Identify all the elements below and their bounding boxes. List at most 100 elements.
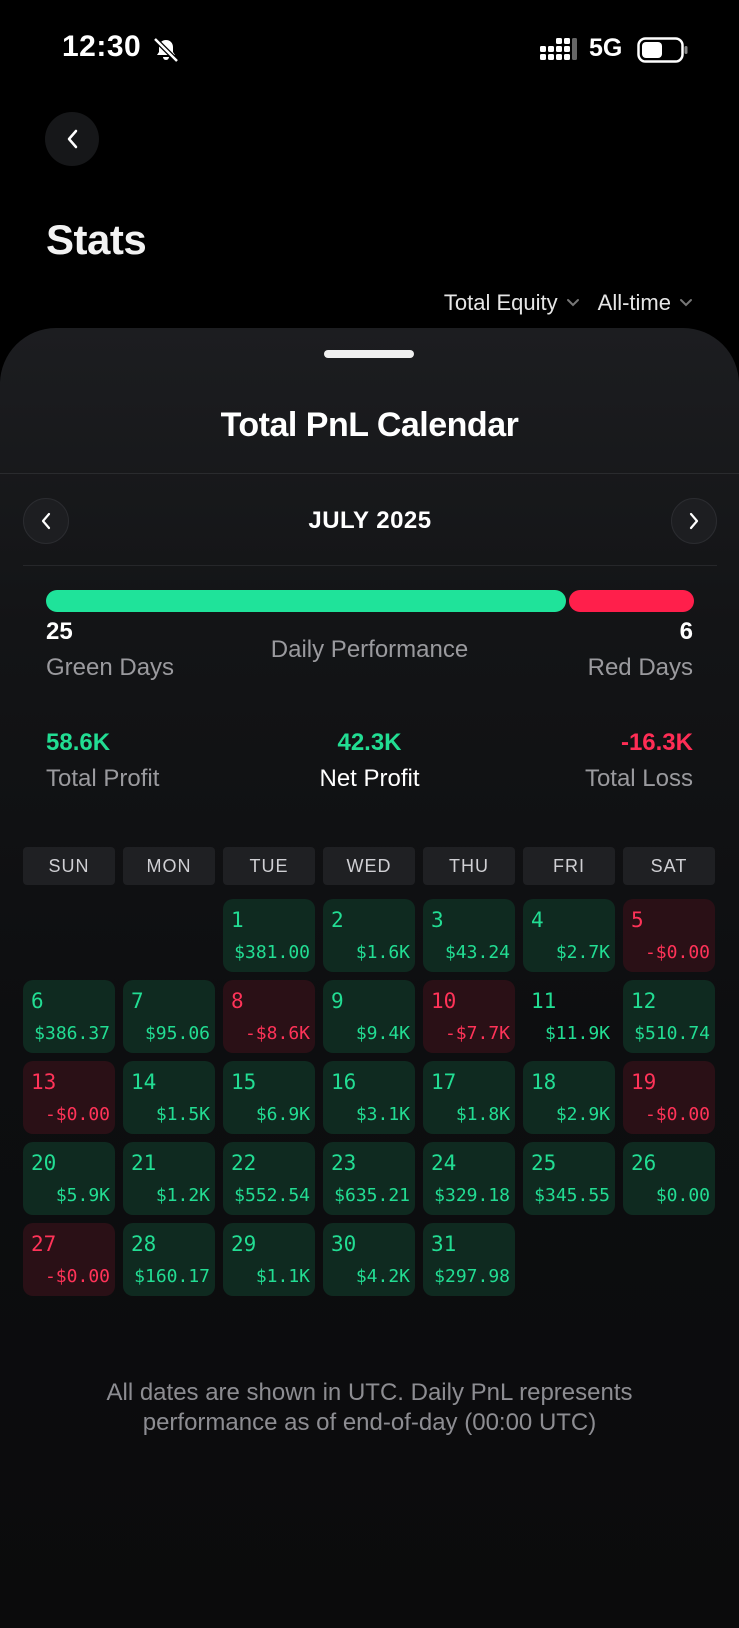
pnl-calendar-sheet: Total PnL Calendar JULY 2025 25 Green Da… — [0, 328, 739, 1628]
day-number: 31 — [431, 1232, 457, 1256]
weekday-label: WED — [323, 847, 415, 885]
weekday-header: SUN MON TUE WED THU FRI SAT — [23, 847, 717, 885]
day-pnl-value: $1.8K — [455, 1104, 510, 1125]
calendar-day-cell[interactable]: 26 $0.00 — [623, 1142, 715, 1215]
day-pnl-value: $386.37 — [34, 1023, 110, 1044]
timeframe-filter-dropdown[interactable]: All-time — [598, 290, 693, 316]
calendar-day-cell[interactable]: 28 $160.17 — [123, 1223, 215, 1296]
calendar-day-cell[interactable]: 29 $1.1K — [223, 1223, 315, 1296]
total-loss-label: Total Loss — [584, 765, 693, 792]
calendar-day-cell[interactable]: 25 $345.55 — [523, 1142, 615, 1215]
calendar-day-cell[interactable]: 18 $2.9K — [523, 1061, 615, 1134]
chevron-left-icon — [67, 129, 78, 149]
battery-icon — [637, 37, 688, 63]
next-month-button[interactable] — [671, 498, 717, 544]
day-number: 29 — [231, 1232, 257, 1256]
day-pnl-value: $0.00 — [655, 1185, 710, 1206]
signal-icon — [540, 38, 577, 60]
calendar-day-cell[interactable]: 17 $1.8K — [423, 1061, 515, 1134]
weekday-label: THU — [423, 847, 515, 885]
sheet-title: Total PnL Calendar — [220, 406, 519, 444]
day-number: 27 — [31, 1232, 57, 1256]
day-pnl-value: $4.2K — [355, 1266, 410, 1287]
chevron-down-icon — [566, 299, 579, 307]
calendar-day-cell[interactable]: 7 $95.06 — [123, 980, 215, 1053]
calendar-day-cell[interactable]: 30 $4.2K — [323, 1223, 415, 1296]
calendar-day-cell[interactable]: 23 $635.21 — [323, 1142, 415, 1215]
day-number: 28 — [131, 1232, 157, 1256]
day-number: 2 — [331, 908, 344, 932]
back-button[interactable] — [45, 112, 99, 166]
calendar-day-cell[interactable]: 1 $381.00 — [223, 899, 315, 972]
day-pnl-value: $160.17 — [134, 1266, 210, 1287]
day-pnl-value: $2.7K — [555, 942, 610, 963]
equity-filter-dropdown[interactable]: Total Equity — [444, 290, 580, 316]
day-number: 23 — [331, 1151, 357, 1175]
pnl-calendar: SUN MON TUE WED THU FRI SAT 1 $381.00 2 $1.6K 3 $43… — [23, 847, 717, 1296]
empty-day-cell — [123, 899, 215, 972]
day-number: 19 — [631, 1070, 657, 1094]
day-pnl-value: -$0.00 — [644, 942, 710, 963]
month-label: JULY 2025 — [308, 507, 432, 534]
calendar-day-cell[interactable]: 27 -$0.00 — [23, 1223, 115, 1296]
calendar-day-cell[interactable]: 4 $2.7K — [523, 899, 615, 972]
calendar-day-cell[interactable]: 3 $43.24 — [423, 899, 515, 972]
calendar-day-cell[interactable]: 8 -$8.6K — [223, 980, 315, 1053]
divider — [23, 565, 717, 566]
filter-bar: Total Equity All-time — [444, 290, 693, 316]
day-number: 5 — [631, 908, 644, 932]
calendar-day-cell[interactable]: 16 $3.1K — [323, 1061, 415, 1134]
day-number: 22 — [231, 1151, 257, 1175]
calendar-day-cell[interactable]: 5 -$0.00 — [623, 899, 715, 972]
day-pnl-value: $3.1K — [355, 1104, 410, 1125]
day-pnl-value: $297.98 — [434, 1266, 510, 1287]
calendar-day-cell[interactable]: 14 $1.5K — [123, 1061, 215, 1134]
calendar-day-cell[interactable]: 19 -$0.00 — [623, 1061, 715, 1134]
day-pnl-value: $6.9K — [255, 1104, 310, 1125]
day-number: 30 — [331, 1232, 357, 1256]
calendar-day-cell[interactable]: 20 $5.9K — [23, 1142, 115, 1215]
calendar-day-cell[interactable]: 10 -$7.7K — [423, 980, 515, 1053]
weekday-label: MON — [123, 847, 215, 885]
day-number: 25 — [531, 1151, 557, 1175]
day-number: 20 — [31, 1151, 57, 1175]
total-loss-value: -16.3K — [620, 729, 693, 756]
chevron-down-icon — [680, 299, 692, 307]
day-number: 16 — [331, 1070, 357, 1094]
calendar-day-cell[interactable]: 2 $1.6K — [323, 899, 415, 972]
calendar-day-cell[interactable]: 13 -$0.00 — [23, 1061, 115, 1134]
calendar-day-cell[interactable]: 21 $1.2K — [123, 1142, 215, 1215]
calendar-day-cell[interactable]: 6 $386.37 — [23, 980, 115, 1053]
weekday-label: SUN — [23, 847, 115, 885]
status-bar: 12:30 5G — [0, 0, 739, 100]
weekday-label: SAT — [623, 847, 715, 885]
day-pnl-value: $95.06 — [144, 1023, 210, 1044]
day-pnl-value: -$0.00 — [644, 1104, 710, 1125]
calendar-day-cell[interactable]: 31 $297.98 — [423, 1223, 515, 1296]
calendar-days: 1 $381.00 2 $1.6K 3 $43.24 4 $2.7K 5 -$0.00 6 $386.… — [23, 899, 717, 1296]
day-pnl-value: $329.18 — [434, 1185, 510, 1206]
calendar-day-cell[interactable]: 24 $329.18 — [423, 1142, 515, 1215]
day-number: 12 — [631, 989, 657, 1013]
weekday-label: TUE — [223, 847, 315, 885]
day-pnl-value: -$0.00 — [44, 1266, 110, 1287]
calendar-day-cell[interactable]: 22 $552.54 — [223, 1142, 315, 1215]
day-pnl-value: -$8.6K — [244, 1023, 310, 1044]
day-pnl-value: $1.5K — [155, 1104, 210, 1125]
daily-performance-bar — [46, 590, 694, 612]
page-title: Stats — [46, 216, 147, 263]
calendar-day-cell[interactable]: 12 $510.74 — [623, 980, 715, 1053]
sheet-grabber[interactable] — [324, 350, 414, 358]
day-number: 26 — [631, 1151, 657, 1175]
utc-footnote: All dates are shown in UTC. Daily PnL re… — [106, 1379, 633, 1436]
green-days-bar — [46, 590, 566, 612]
day-number: 10 — [431, 989, 457, 1013]
day-number: 8 — [231, 989, 244, 1013]
calendar-day-cell[interactable]: 11 $11.9K — [523, 980, 615, 1053]
calendar-day-cell[interactable]: 9 $9.4K — [323, 980, 415, 1053]
day-pnl-value: $2.9K — [555, 1104, 610, 1125]
day-number: 13 — [31, 1070, 57, 1094]
day-number: 3 — [431, 908, 444, 932]
day-pnl-value: $381.00 — [234, 942, 310, 963]
calendar-day-cell[interactable]: 15 $6.9K — [223, 1061, 315, 1134]
